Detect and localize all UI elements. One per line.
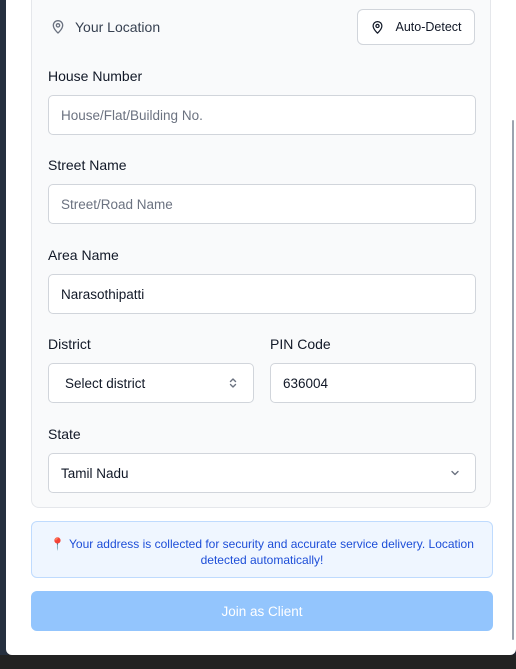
area-name-input[interactable] (48, 274, 476, 314)
signup-modal: Your Location Auto-Detect House Number S… (6, 0, 516, 655)
chevron-down-icon (451, 470, 459, 476)
location-heading-text: Your Location (75, 19, 161, 35)
house-number-input[interactable] (48, 95, 476, 135)
house-number-label: House Number (48, 68, 143, 84)
district-selected-value: Select district (65, 375, 146, 391)
map-pin-icon (52, 20, 64, 34)
pin-code-input[interactable] (270, 363, 476, 403)
address-card: Your Location Auto-Detect House Number S… (31, 0, 491, 508)
address-info-text: Your address is collected for security a… (69, 537, 474, 567)
state-select[interactable]: Tamil Nadu (48, 453, 476, 493)
state-selected-value: Tamil Nadu (61, 465, 129, 481)
area-name-label: Area Name (48, 247, 119, 263)
auto-detect-label: Auto-Detect (395, 20, 462, 34)
location-heading: Your Location (50, 19, 160, 35)
scrollbar[interactable] (512, 120, 514, 640)
address-info-note: 📍 Your address is collected for security … (31, 521, 493, 578)
district-label: District (48, 336, 91, 352)
district-select[interactable]: Select district (48, 363, 254, 403)
street-name-label: Street Name (48, 157, 127, 173)
state-label: State (48, 426, 81, 442)
map-pin-icon (372, 20, 383, 34)
pin-code-label: PIN Code (270, 336, 331, 352)
auto-detect-button[interactable]: Auto-Detect (357, 9, 475, 45)
street-name-input[interactable] (48, 184, 476, 224)
join-as-client-button[interactable]: Join as Client (31, 591, 493, 631)
map-pin-icon: 📍 (50, 537, 66, 551)
background-bottom-strip (0, 655, 516, 669)
chevron-up-down-icon (229, 378, 237, 388)
